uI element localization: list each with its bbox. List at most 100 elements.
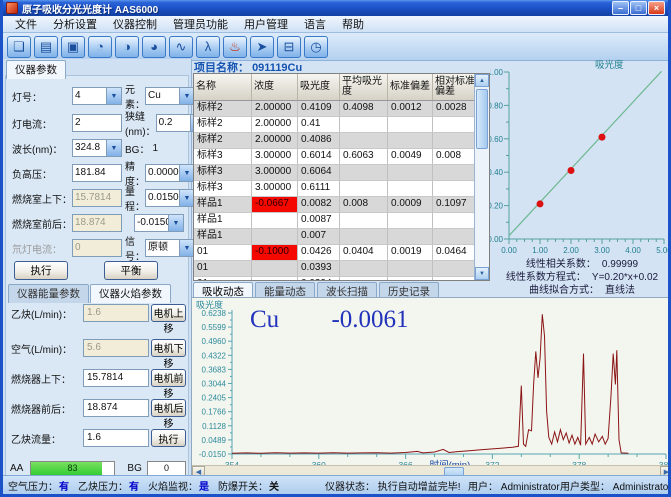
menu-item[interactable]: 管理员功能	[165, 15, 236, 33]
lamp-current-input[interactable]: 2	[72, 114, 122, 132]
save-button[interactable]: ▣	[61, 36, 85, 58]
table-cell: 0.6014	[298, 149, 340, 164]
field-label: 量程：	[122, 183, 145, 213]
column-header[interactable]: 名称	[194, 74, 252, 100]
tab-4[interactable]: 历史记录	[379, 282, 439, 297]
scroll-up-icon[interactable]: ▲	[475, 74, 489, 87]
chevron-down-icon[interactable]: ▼	[168, 215, 183, 231]
column-header[interactable]: 平均吸光度	[340, 74, 388, 100]
table-row[interactable]: 标样22.000000.41	[194, 117, 489, 133]
svg-text:5.00: 5.00	[656, 246, 671, 255]
table-cell: 0.0019	[388, 245, 433, 260]
meter-mid-button[interactable]: ◑	[115, 36, 139, 58]
table-cell: 0.1097	[433, 197, 479, 212]
range-low-select[interactable]: -0.0150▼	[134, 214, 184, 232]
field-label: 信号：	[122, 233, 145, 263]
table-cell: 标样3	[194, 165, 252, 180]
dynamic-tabs: 吸收动态能量动态波长扫描历史记录	[193, 282, 439, 297]
menu-item[interactable]: 分析设置	[45, 15, 105, 33]
column-header[interactable]: 相对标准偏差	[433, 74, 479, 100]
field-label: 氘灯电流：	[12, 241, 72, 256]
range-select[interactable]: 0.0150▼	[145, 189, 195, 207]
meter-high-button[interactable]: ◕	[142, 36, 166, 58]
table-row[interactable]: 样品1-0.06670.00820.0080.00090.1097	[194, 197, 489, 213]
motor-back-button[interactable]: 电机后移	[151, 399, 186, 417]
tab-1[interactable]: 吸收动态	[193, 282, 253, 297]
table-row[interactable]: 样品10.007	[194, 229, 489, 245]
print-button[interactable]: ⊟	[277, 36, 301, 58]
flame-row: 乙炔流量：1.6执行	[11, 428, 186, 448]
balance-button[interactable]: 平衡	[104, 261, 158, 280]
tab-3[interactable]: 波长扫描	[317, 282, 377, 297]
table-cell: 3.00000	[252, 165, 298, 180]
form-row: 灯号：4▼元素：Cu▼	[12, 86, 184, 106]
tab-instrument-params[interactable]: 仪器参数	[6, 60, 66, 79]
motor-down-button[interactable]: 电机下移	[151, 339, 186, 357]
table-row[interactable]: 标样22.000000.4086	[194, 133, 489, 149]
live-element: Cu	[250, 306, 279, 333]
menu-item[interactable]: 帮助	[334, 15, 372, 33]
column-header[interactable]: 吸光度	[298, 74, 340, 100]
neg-hv-input[interactable]: 181.84	[72, 164, 122, 182]
signal-select-value: 原顿	[146, 240, 179, 256]
instrument-status-button[interactable]: ◷	[304, 36, 328, 58]
precision-select[interactable]: 0.0000▼	[145, 164, 195, 182]
execute-button[interactable]: 执行	[14, 261, 68, 280]
table-row[interactable]: 标样33.000000.6111	[194, 181, 489, 197]
table-scrollbar[interactable]: ▲ ▼	[474, 74, 489, 280]
element-select[interactable]: Cu▼	[145, 87, 195, 105]
close-button[interactable]: ×	[648, 1, 665, 15]
table-row[interactable]: 01 0.0393	[194, 261, 489, 277]
table-row[interactable]: 标样33.000000.60140.60630.00490.008	[194, 149, 489, 165]
menu-item[interactable]: 用户管理	[236, 15, 296, 33]
table-cell: 01	[194, 245, 252, 260]
signal-select[interactable]: 原顿▼	[145, 239, 195, 257]
burner-fb-input[interactable]: 18.874	[83, 399, 149, 417]
table-cell: 2.00000	[252, 133, 298, 148]
tab-2[interactable]: 能量动态	[255, 282, 315, 297]
table-cell: 标样3	[194, 149, 252, 164]
chevron-down-icon[interactable]: ▼	[106, 88, 121, 104]
motor-forward-button[interactable]: 电机前移	[151, 369, 186, 387]
tab-energy-params[interactable]: 仪器能量参数	[8, 284, 89, 303]
burner-ud-input[interactable]: 15.7814	[83, 369, 149, 387]
auto-gain-button[interactable]: ➤	[250, 36, 274, 58]
table-cell: 01	[194, 261, 252, 276]
column-header[interactable]: 标准偏差	[388, 74, 433, 100]
c2h2-rate-input[interactable]: 1.6	[83, 429, 149, 447]
lamp-button[interactable]: λ	[196, 36, 220, 58]
wavelength-peak-button[interactable]: ∿	[169, 36, 193, 58]
flame-button[interactable]: ♨	[223, 36, 247, 58]
table-cell: 0.0012	[388, 101, 433, 116]
lamp-no-select[interactable]: 4▼	[72, 87, 122, 105]
meter-low-button[interactable]: ◔	[88, 36, 112, 58]
maximize-button[interactable]: □	[630, 1, 647, 15]
user-type-status: 用户类型： Administrator	[560, 478, 671, 493]
table-row[interactable]: 样品10.0087	[194, 213, 489, 229]
minimize-button[interactable]: –	[612, 1, 629, 15]
tab-flame-params[interactable]: 仪器火焰参数	[90, 284, 171, 303]
new-file-button[interactable]: ❏	[7, 36, 31, 58]
menu-item[interactable]: 文件	[7, 15, 45, 33]
table-body: 标样22.000000.41090.40980.00120.0028标样22.0…	[194, 101, 489, 281]
table-row[interactable]: 标样22.000000.41090.40980.00120.0028	[194, 101, 489, 117]
wavelength-select[interactable]: 324.8▼	[72, 139, 122, 157]
instrument-params-group: 执行 平衡 仪器能量参数 仪器火焰参数 AA 83 BG 0 灯号：4▼元素：C…	[5, 75, 189, 479]
chevron-down-icon[interactable]: ▼	[106, 140, 121, 156]
scroll-down-icon[interactable]: ▼	[475, 267, 489, 280]
menu-item[interactable]: 仪器控制	[105, 15, 165, 33]
live-absorbance-value: -0.0061	[331, 306, 408, 333]
table-row[interactable]: 01-0.10000.04260.04040.00190.0464	[194, 245, 489, 261]
motor-up-button[interactable]: 电机上移	[151, 304, 186, 322]
svg-text:吸光度: 吸光度	[595, 59, 624, 71]
table-cell: 0.0393	[298, 261, 340, 276]
field-label: 燃烧室前后：	[12, 216, 72, 231]
scrollbar-thumb[interactable]	[476, 89, 488, 149]
flame-execute-button[interactable]: 执行	[151, 429, 186, 447]
open-file-button[interactable]: ▤	[34, 36, 58, 58]
table-row[interactable]: 标样33.000000.6064	[194, 165, 489, 181]
table-cell	[340, 117, 388, 132]
menu-item[interactable]: 语言	[296, 15, 334, 33]
title-bar[interactable]: 原子吸收分光光度计 AAS6000 –□×	[3, 0, 668, 16]
column-header[interactable]: 浓度	[252, 74, 298, 100]
